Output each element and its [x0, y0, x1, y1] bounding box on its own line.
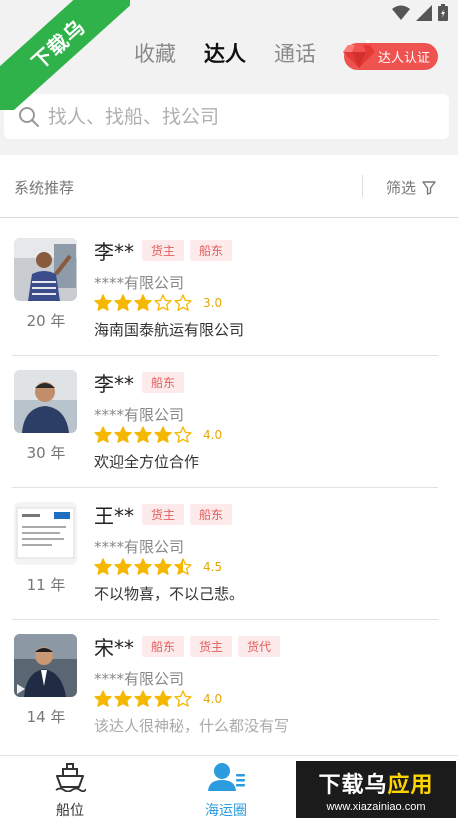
sort-label[interactable]: 系统推荐: [14, 177, 74, 198]
nav-shipping-circle-label: 海运圈: [205, 803, 247, 819]
role-tag: 货主: [190, 636, 233, 657]
tab-calls[interactable]: 通话: [260, 38, 330, 68]
star-rating: 4.0: [94, 690, 222, 708]
wifi-icon: [392, 5, 410, 20]
star-filled-icon: [134, 558, 152, 575]
star-filled-icon: [114, 690, 132, 707]
role-tag: 货主: [142, 504, 185, 525]
star-filled-icon: [94, 426, 112, 443]
tab-favorites[interactable]: 收藏: [120, 38, 190, 68]
divider: [362, 175, 363, 197]
star-filled-icon: [94, 294, 112, 311]
company-name: ****有限公司: [94, 538, 185, 556]
star-filled-icon: [134, 294, 152, 311]
experience-years: 14 年: [26, 708, 66, 726]
experience-years: 11 年: [26, 576, 66, 594]
star-rating: 4.5: [94, 558, 222, 576]
watermark-brand: 下载乌: [318, 772, 388, 798]
avatar: [14, 502, 77, 565]
gem-icon: [343, 39, 375, 68]
watermark-url: www.xiazainiao.com: [326, 800, 426, 813]
star-empty-icon: [174, 294, 192, 311]
experience-years: 20 年: [26, 312, 66, 330]
role-tag: 船东: [142, 636, 185, 657]
expert-name: 宋**: [94, 636, 134, 660]
expert-list: 20 年 李** 货主 船东 ****有限公司 3.0 海南国泰航运有限公司 3…: [0, 224, 458, 752]
role-tag: 货代: [238, 636, 281, 657]
expert-intro: 该达人很神秘，什么都没有写: [94, 717, 290, 735]
company-name: ****有限公司: [94, 274, 185, 292]
role-tag: 船东: [190, 240, 233, 261]
avatar: [14, 370, 77, 433]
ship-icon: [55, 763, 87, 793]
star-filled-icon: [154, 426, 172, 443]
expert-intro: 海南国泰航运有限公司: [94, 321, 245, 339]
star-filled-icon: [134, 690, 152, 707]
star-empty-icon: [154, 294, 172, 311]
star-half-icon: [174, 558, 192, 575]
star-rating: 4.0: [94, 426, 222, 444]
nav-shipping-circle[interactable]: 海运圈: [181, 762, 271, 820]
rating-score: 4.5: [203, 560, 223, 574]
star-filled-icon: [114, 558, 132, 575]
role-tag: 船东: [190, 504, 233, 525]
company-name: ****有限公司: [94, 406, 185, 424]
expert-intro: 欢迎全方位合作: [94, 453, 200, 471]
expert-card[interactable]: 11 年 王** 货主 船东 ****有限公司 4.5 不以物喜，不以己悲。: [12, 488, 438, 620]
expert-card[interactable]: 14 年 宋** 船东 货主 货代 ****有限公司 4.0 该达人很神秘，什么…: [12, 620, 438, 752]
watermark-logo: 下载乌应用 www.xiazainiao.com: [296, 761, 456, 818]
rating-score: 4.0: [203, 428, 223, 442]
filter-button[interactable]: 筛选: [386, 177, 436, 198]
star-filled-icon: [154, 690, 172, 707]
role-tag: 货主: [142, 240, 185, 261]
expert-name: 李**: [94, 372, 134, 396]
star-filled-icon: [114, 294, 132, 311]
battery-icon: [438, 4, 448, 21]
filter-funnel-icon: [422, 180, 436, 195]
expert-card[interactable]: 20 年 李** 货主 船东 ****有限公司 3.0 海南国泰航运有限公司: [12, 224, 438, 356]
star-filled-icon: [114, 426, 132, 443]
nav-berth[interactable]: 船位: [25, 762, 115, 820]
expert-name: 李**: [94, 240, 134, 264]
expert-intro: 不以物喜，不以己悲。: [94, 585, 245, 603]
avatar: [14, 238, 77, 301]
signal-icon: [416, 4, 432, 21]
star-filled-icon: [94, 690, 112, 707]
contacts-icon: [208, 763, 245, 791]
cert-button-label: 达人认证: [378, 51, 431, 66]
filter-bar: 系统推荐 筛选: [0, 155, 458, 218]
experience-years: 30 年: [26, 444, 66, 462]
nav-berth-label: 船位: [56, 803, 84, 819]
tab-bar: 收藏 达人 通话: [120, 38, 330, 68]
avatar: [14, 634, 77, 697]
star-filled-icon: [134, 426, 152, 443]
company-name: ****有限公司: [94, 670, 185, 688]
watermark-brand-suffix: 应用: [387, 772, 434, 798]
star-rating: 3.0: [94, 294, 222, 312]
watermark-ribbon: 下载乌: [0, 0, 130, 110]
role-tag: 船东: [142, 372, 185, 393]
star-empty-icon: [174, 690, 192, 707]
star-filled-icon: [94, 558, 112, 575]
expert-certification-button[interactable]: 达人认证: [343, 39, 438, 70]
expert-card[interactable]: 30 年 李** 船东 ****有限公司 4.0 欢迎全方位合作: [12, 356, 438, 488]
filter-label: 筛选: [386, 179, 417, 197]
tab-experts[interactable]: 达人: [190, 38, 260, 68]
rating-score: 4.0: [203, 692, 223, 706]
expert-name: 王**: [94, 504, 134, 528]
star-empty-icon: [174, 426, 192, 443]
star-filled-icon: [154, 558, 172, 575]
watermark-ribbon-text: 下载乌: [26, 14, 90, 75]
rating-score: 3.0: [203, 296, 223, 310]
